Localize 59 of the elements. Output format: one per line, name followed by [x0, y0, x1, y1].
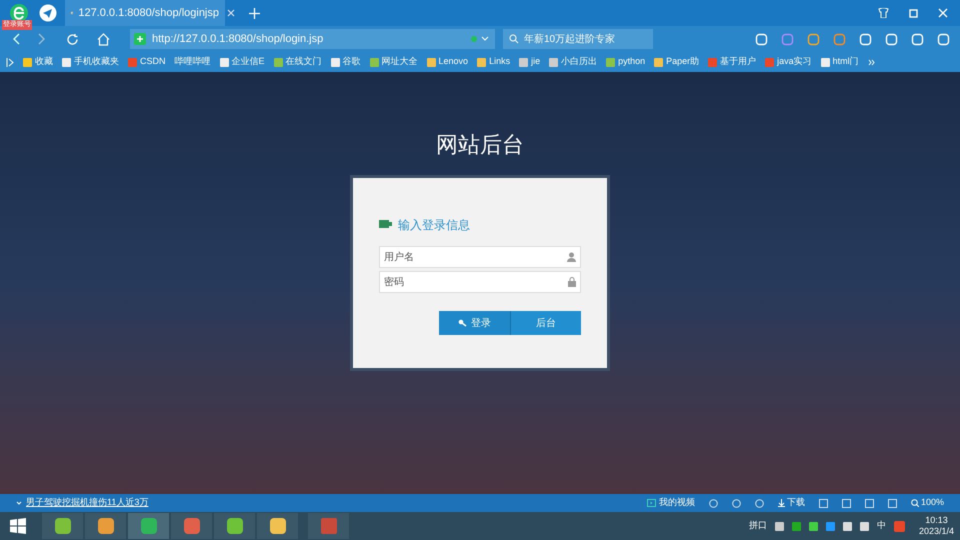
bookmark-item[interactable]: jie — [519, 55, 540, 69]
bookmark-item[interactable]: python — [606, 55, 646, 69]
search-icon — [509, 34, 519, 44]
bookmark-item[interactable]: Lenovo — [426, 55, 468, 69]
login-button[interactable]: 登录 — [439, 311, 510, 335]
bookmark-item[interactable]: 小白历出 — [549, 55, 598, 69]
user-icon — [567, 252, 576, 262]
password-field[interactable]: 密码 — [379, 271, 581, 293]
address-bar[interactable]: http://127.0.0.1:8080/shop/login.jsp — [130, 29, 495, 49]
shirt-icon[interactable] — [878, 8, 889, 18]
bookmark-item[interactable]: Paper助 — [654, 55, 700, 69]
back-icon[interactable] — [12, 33, 20, 45]
search-input[interactable]: 年薪10万起进阶专家 — [524, 32, 644, 46]
more-icon[interactable] — [868, 58, 875, 66]
bookmark-item[interactable]: 基于用户 — [708, 55, 756, 69]
sidebar-toggle-icon[interactable] — [6, 58, 14, 66]
admin-button[interactable]: 后台 — [510, 311, 581, 335]
login-heading: 输入登录信息 — [398, 217, 470, 234]
bookmark-item[interactable]: java实习 — [765, 55, 812, 69]
video-button[interactable]: 我的视频 — [646, 496, 695, 510]
ime-indicator[interactable]: 中 — [876, 519, 886, 533]
bookmark-item[interactable]: Links — [477, 55, 510, 69]
chevron-icon[interactable] — [16, 500, 22, 506]
forward-icon[interactable] — [38, 33, 46, 45]
text-input[interactable]: 密码 — [384, 274, 568, 290]
zoom-level[interactable]: 100% — [910, 496, 944, 510]
page-title: 网站后台 — [436, 131, 524, 159]
dropdown-icon[interactable] — [469, 34, 491, 44]
bookmark-item[interactable]: CSDN — [128, 55, 166, 69]
clock[interactable]: 10:13 2023/1/4 — [918, 515, 954, 537]
key-icon — [458, 319, 467, 327]
start-icon[interactable] — [10, 518, 26, 534]
tray-label[interactable]: 拼口 — [748, 519, 767, 533]
bookmark-item[interactable]: 在线文门 — [274, 55, 322, 69]
news-link[interactable]: 男子驾驶挖掘机撞伤11人近3万 — [26, 496, 148, 510]
bookmark-item[interactable]: html门 — [820, 55, 859, 69]
home-icon[interactable] — [97, 32, 110, 46]
download-button[interactable]: 下载 — [778, 496, 805, 510]
search-field[interactable]: 年薪10万起进阶专家 — [503, 29, 653, 49]
bookmark-item[interactable]: 企业信E — [220, 55, 265, 69]
download-arrow-icon — [778, 499, 785, 507]
url-text: http://127.0.0.1:8080/shop/login.jsp — [152, 32, 324, 47]
username-field[interactable]: 用户名 — [379, 246, 581, 268]
text-input[interactable]: 用户名 — [384, 250, 567, 264]
new-tab-icon[interactable] — [249, 8, 260, 18]
paper-plane-icon[interactable] — [39, 4, 57, 22]
close-icon[interactable] — [227, 9, 235, 17]
plus-shield-icon — [134, 33, 146, 45]
bookmark-item[interactable]: 谷歌 — [330, 55, 361, 69]
browser-tab[interactable]: 127.0.0.1:8080/shop/loginjsp — [65, 0, 225, 26]
tab-title: 127.0.0.1:8080/shop/loginjsp — [78, 6, 219, 21]
maximize-icon[interactable] — [909, 8, 918, 18]
magnifier-icon — [910, 499, 919, 507]
play-icon — [646, 499, 656, 507]
bookmark-item[interactable]: 手机收藏夹 — [62, 55, 119, 69]
lock-icon — [568, 277, 576, 287]
bookmark-item[interactable]: 哔哩哔哩 — [174, 55, 211, 69]
bookmark-item[interactable]: 网址大全 — [370, 55, 418, 69]
bookmark-item[interactable]: 收藏 — [23, 55, 53, 69]
